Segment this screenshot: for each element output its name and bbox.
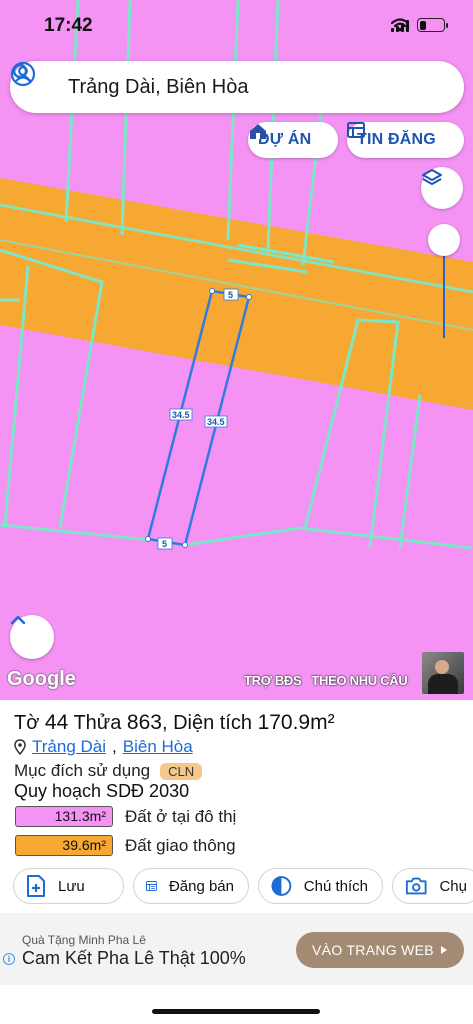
- post-sale-button-label: Đăng bán: [168, 877, 234, 895]
- ad-headline: Cam Kết Pha Lê Thật 100%: [22, 948, 246, 968]
- zone-area-residential: 131.3m²: [15, 806, 113, 827]
- legend-button-label: Chú thích: [303, 877, 368, 895]
- city-link[interactable]: Biên Hòa: [123, 737, 193, 757]
- promo-text-2: THEO NHU CẦU: [311, 673, 408, 688]
- legend-button[interactable]: Chú thích: [258, 868, 383, 904]
- parcel-edge-label-bottom: 5: [162, 539, 167, 549]
- projects-button[interactable]: DỰ ÁN: [248, 122, 338, 158]
- zone-area-traffic: 39.6m²: [15, 835, 113, 856]
- status-time: 17:42: [44, 15, 93, 36]
- save-button-label: Lưu: [58, 877, 85, 895]
- ad-advertiser: Quà Tặng Minh Pha Lê: [22, 933, 146, 947]
- photo-button-label: Chụ: [439, 877, 467, 895]
- listing-icon: [146, 881, 157, 891]
- zone-row-residential: 131.3m² Đất ở tại đô thị: [15, 806, 236, 827]
- house-icon: [250, 124, 266, 139]
- camera-add-icon: [405, 877, 427, 895]
- parcel-title: Tờ 44 Thửa 863, Diện tích 170.9m²: [14, 711, 335, 734]
- ad-visit-button[interactable]: VÀO TRANG WEB: [296, 932, 464, 968]
- promo-banner[interactable]: TRỢ BĐS THEO NHU CẦU: [244, 673, 408, 688]
- lot-number: 863: [126, 711, 162, 734]
- save-button[interactable]: Lưu: [13, 868, 124, 904]
- layers-icon: [422, 169, 442, 185]
- opacity-slider-handle[interactable]: [428, 224, 460, 256]
- post-sale-button[interactable]: Đăng bán: [133, 868, 249, 904]
- photo-button[interactable]: Chụ: [392, 868, 473, 904]
- layers-button[interactable]: [421, 167, 463, 209]
- ward-link[interactable]: Trảng Dài: [32, 737, 106, 757]
- listings-button-label: TIN ĐĂNG: [357, 131, 436, 148]
- ad-banner[interactable]: i Quà Tặng Minh Pha Lê Cam Kết Pha Lê Th…: [0, 913, 473, 985]
- zone-row-traffic: 39.6m² Đất giao thông: [15, 835, 236, 856]
- home-indicator[interactable]: [152, 1009, 320, 1014]
- zone-label-residential: Đất ở tại đô thị: [125, 806, 237, 826]
- sheet-number: 44: [44, 711, 69, 734]
- location-pin-icon: [14, 739, 26, 755]
- chevron-up-icon: [10, 615, 26, 625]
- usage-row: Mục đích sử dụng CLN: [14, 761, 203, 781]
- opacity-slider-track[interactable]: [443, 246, 445, 338]
- promo-text-1: TRỢ BĐS: [244, 673, 302, 688]
- area-label: Diện tích: [173, 712, 252, 734]
- lot-label: Thửa: [73, 712, 122, 734]
- parcel-info-panel: Tờ 44 Thửa 863, Diện tích 170.9m² Trảng …: [0, 700, 473, 912]
- usage-label: Mục đích sử dụng: [14, 761, 151, 780]
- status-bar: 17:42: [0, 0, 473, 52]
- half-circle-icon: [271, 876, 292, 896]
- promo-avatar[interactable]: [422, 652, 464, 694]
- area-value: 170.9m²: [257, 711, 335, 734]
- action-bar: Lưu Đăng bán Chú thích Chụ: [13, 868, 473, 904]
- search-bar[interactable]: Trảng Dài, Biên Hòa: [10, 61, 464, 113]
- listings-button[interactable]: TIN ĐĂNG: [347, 122, 464, 158]
- listing-icon: [347, 122, 365, 138]
- ad-info-icon[interactable]: i: [3, 953, 15, 965]
- search-input[interactable]: Trảng Dài, Biên Hòa: [68, 76, 248, 99]
- sheet-label: Tờ: [14, 712, 40, 734]
- zone-label-traffic: Đất giao thông: [125, 835, 236, 855]
- ad-visit-button-label: VÀO TRANG WEB: [312, 942, 434, 958]
- location-row: Trảng Dài, Biên Hòa: [14, 737, 193, 757]
- google-logo: Google: [7, 668, 76, 690]
- parcel-edge-label-left: 34.5: [172, 410, 190, 420]
- parcel-edge-label-right: 34.5: [207, 417, 225, 427]
- plan-title: Quy hoạch SDĐ 2030: [14, 781, 190, 801]
- status-icons: [391, 18, 448, 32]
- battery-icon: [417, 18, 448, 32]
- usage-code-badge: CLN: [160, 762, 203, 780]
- expand-panel-button[interactable]: [10, 615, 54, 659]
- wifi-icon: [391, 18, 409, 32]
- parcel-edge-label-top: 5: [228, 290, 233, 300]
- file-add-icon: [27, 875, 45, 897]
- play-arrow-icon: [440, 946, 447, 954]
- search-icon[interactable]: [10, 61, 34, 85]
- map-view[interactable]: 5 5 34.5 34.5 17:42 Trảng Dài, Biên Hòa …: [0, 0, 473, 700]
